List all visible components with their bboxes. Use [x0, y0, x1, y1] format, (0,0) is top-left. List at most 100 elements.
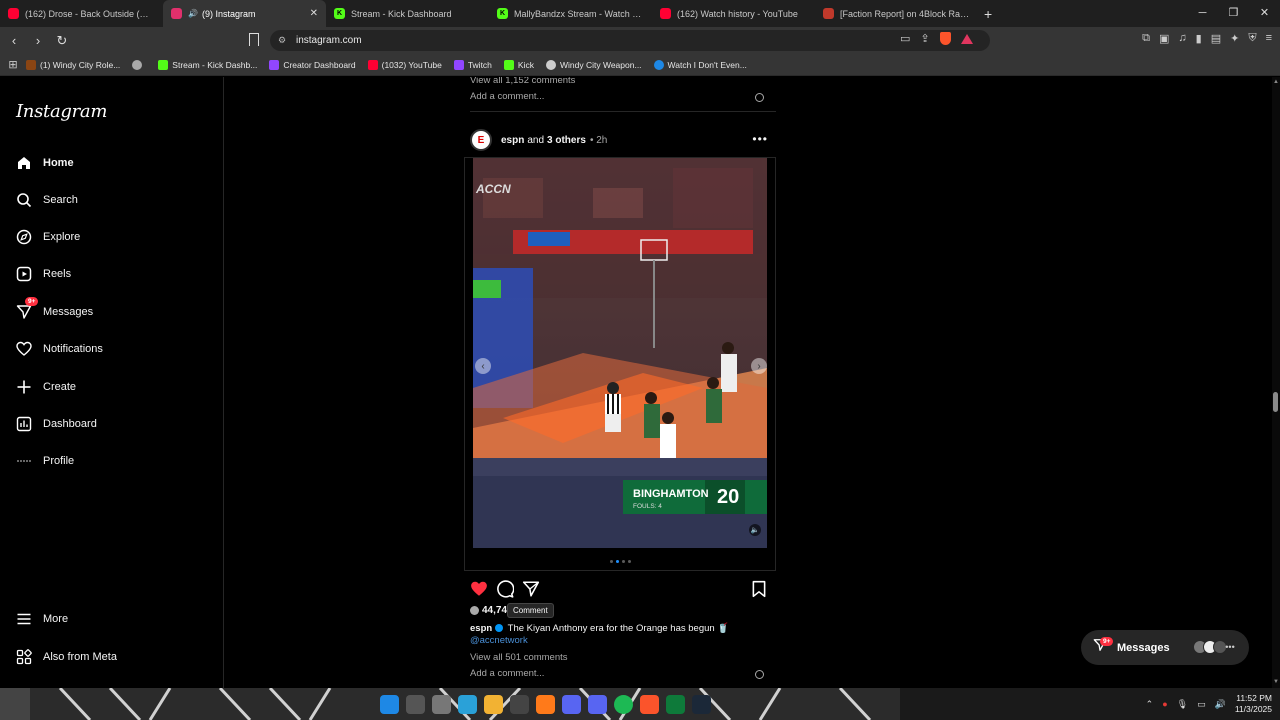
prev-post-view-all-comments[interactable]: View all 1,152 comments — [470, 77, 575, 86]
network-icon[interactable]: ▭ — [1197, 699, 1206, 710]
comment-icon[interactable] — [496, 580, 515, 598]
sidebar-item-also-from-meta[interactable]: Also from Meta — [16, 647, 117, 667]
wallet-icon[interactable]: ▣ — [1159, 32, 1169, 45]
save-bookmark-icon[interactable] — [750, 580, 768, 598]
volume-icon[interactable]: 🔈 — [749, 524, 761, 536]
tray-app-icon[interactable]: ● — [1162, 699, 1167, 709]
bookmark-item[interactable]: (1032) YouTube — [367, 59, 442, 70]
browser-tab[interactable]: K MallyBandzx Stream - Watch Live on — [489, 0, 652, 27]
close-tab-icon[interactable]: ✕ — [310, 8, 318, 19]
messages-pill-button[interactable]: 9+ Messages ••• — [1081, 630, 1249, 665]
sidebar-item-reels[interactable]: Reels — [16, 264, 71, 284]
discord-icon[interactable] — [562, 695, 581, 714]
bookmark-item[interactable]: Stream - Kick Dashb... — [158, 59, 257, 70]
bookmark-item[interactable]: (1) Windy City Role... — [26, 59, 120, 70]
close-window-icon[interactable]: ✕ — [1249, 0, 1280, 27]
app-icon[interactable] — [536, 695, 555, 714]
bookmark-page-icon[interactable] — [249, 33, 259, 46]
sidebar-item-create[interactable]: Create — [16, 377, 76, 397]
file-icon[interactable] — [432, 695, 451, 714]
prev-post-add-comment-input[interactable]: Add a comment... — [470, 91, 544, 102]
sidebar-item-notifications[interactable]: Notifications — [16, 339, 103, 359]
discord-icon[interactable] — [588, 695, 607, 714]
post-video[interactable]: BINGHAMTON FOULS: 4 20 ACCN ‹ › 🔈 — [473, 158, 767, 548]
bookmark-item[interactable]: Twitch — [453, 59, 492, 70]
post-author[interactable]: espn — [501, 135, 524, 146]
emoji-icon[interactable] — [755, 670, 764, 679]
sidebar-item-messages[interactable]: 9+ Messages — [16, 297, 93, 322]
browser-tab[interactable]: (162) Watch history - YouTube — [652, 0, 815, 27]
sidebar-item-dashboard[interactable]: Dashboard — [16, 414, 97, 434]
browser-menu-icon[interactable]: ≡ — [1266, 32, 1272, 45]
bookmark-item[interactable]: Kick — [503, 59, 534, 70]
more-options-icon[interactable]: ••• — [752, 132, 768, 146]
share-icon[interactable]: ⇪ — [920, 32, 929, 45]
emoji-icon[interactable] — [755, 93, 764, 102]
brave-rewards-icon[interactable] — [960, 34, 973, 44]
github-icon[interactable] — [510, 695, 529, 714]
avatar[interactable]: E — [470, 129, 492, 151]
like-count[interactable]: 44,74 — [470, 605, 507, 616]
bookmark-item[interactable]: Watch I Don't Even... — [653, 59, 747, 70]
caption-mention-link[interactable]: @accnetwork — [470, 635, 780, 647]
folder-icon[interactable] — [484, 695, 503, 714]
add-comment-input[interactable]: Add a comment... — [470, 668, 544, 679]
sidebar-item-home[interactable]: Home — [16, 153, 74, 173]
forward-arrow-icon[interactable]: › — [28, 33, 48, 48]
post-collaborators[interactable]: 3 others — [547, 135, 586, 146]
vpn-shield-icon[interactable]: ⛨ — [1248, 32, 1256, 45]
windows-start-icon[interactable] — [380, 695, 399, 714]
brave-icon[interactable] — [640, 695, 659, 714]
speaker-icon[interactable]: 🔊 — [1215, 699, 1226, 710]
reload-icon[interactable]: ↻ — [52, 33, 72, 49]
system-clock[interactable]: 11:52 PM 11/3/2025 — [1235, 693, 1272, 715]
chevron-up-icon[interactable]: ⌃ — [1146, 699, 1154, 710]
carousel-next-icon[interactable]: › — [751, 358, 767, 374]
search-icon[interactable] — [406, 695, 425, 714]
sidebar-toggle-icon[interactable]: ▮ — [1196, 32, 1202, 45]
brave-shields-icon[interactable] — [939, 32, 951, 45]
site-settings-icon[interactable]: ⚙ — [278, 35, 288, 46]
browser-tab[interactable]: (162) Drose - Back Outside (Official M — [0, 0, 163, 27]
caption-username[interactable]: espn — [470, 623, 492, 634]
url-bar[interactable]: ⚙ instagram.com — [270, 30, 990, 51]
carousel-prev-icon[interactable]: ‹ — [475, 358, 491, 374]
bookmark-item[interactable] — [132, 59, 146, 70]
instagram-logo[interactable]: Instagram — [16, 101, 107, 122]
bookmark-item[interactable]: Windy City Weapon... — [545, 59, 642, 70]
bookmark-item[interactable]: Creator Dashboard — [269, 59, 356, 70]
sidebar-item-search[interactable]: Search — [16, 190, 78, 210]
new-tab-plus-icon[interactable]: + — [984, 6, 992, 22]
sidebar-item-label: Search — [43, 194, 78, 206]
spotify-icon[interactable] — [614, 695, 633, 714]
scroll-thumb[interactable] — [1273, 392, 1278, 412]
cast-icon[interactable]: ▭ — [900, 32, 910, 45]
xbox-icon[interactable] — [666, 695, 685, 714]
back-arrow-icon[interactable]: ‹ — [4, 33, 24, 48]
page-scrollbar[interactable]: ▲ ▼ — [1272, 77, 1280, 688]
notification-badge: 9+ — [1100, 637, 1114, 646]
sidebar-item-explore[interactable]: Explore — [16, 227, 80, 247]
restore-icon[interactable]: ❐ — [1218, 0, 1249, 27]
browser-tab[interactable]: K Stream - Kick Dashboard — [326, 0, 489, 27]
wallet-card-icon[interactable]: ▤ — [1211, 32, 1221, 45]
scoreboard-score: 20 — [717, 486, 739, 508]
like-heart-icon[interactable] — [470, 580, 488, 598]
share-direct-icon[interactable] — [522, 580, 540, 598]
view-all-comments-link[interactable]: View all 501 comments — [470, 652, 568, 663]
scroll-up-arrow-icon[interactable]: ▲ — [1273, 79, 1279, 85]
scroll-down-arrow-icon[interactable]: ▼ — [1273, 679, 1279, 685]
browser-tab-active[interactable]: 🔊 (9) Instagram ✕ — [163, 0, 326, 27]
media-icon[interactable]: ♫ — [1178, 32, 1186, 45]
apps-grid-icon[interactable]: ⊞ — [0, 58, 26, 71]
steam-icon[interactable] — [692, 695, 711, 714]
sidebar-item-more[interactable]: More — [16, 609, 68, 629]
leo-ai-icon[interactable]: ✦ — [1230, 32, 1239, 45]
minimize-icon[interactable]: ─ — [1187, 0, 1218, 27]
extensions-icon[interactable]: ⧉ — [1142, 32, 1150, 45]
store-icon[interactable] — [458, 695, 477, 714]
browser-tab[interactable]: [Faction Report] on 4Block Rack City — [815, 0, 978, 27]
sidebar-item-profile[interactable]: Profile — [16, 451, 74, 471]
speaker-icon[interactable]: 🔊 — [188, 9, 198, 18]
microphone-icon[interactable]: 🎙 — [1177, 699, 1188, 710]
